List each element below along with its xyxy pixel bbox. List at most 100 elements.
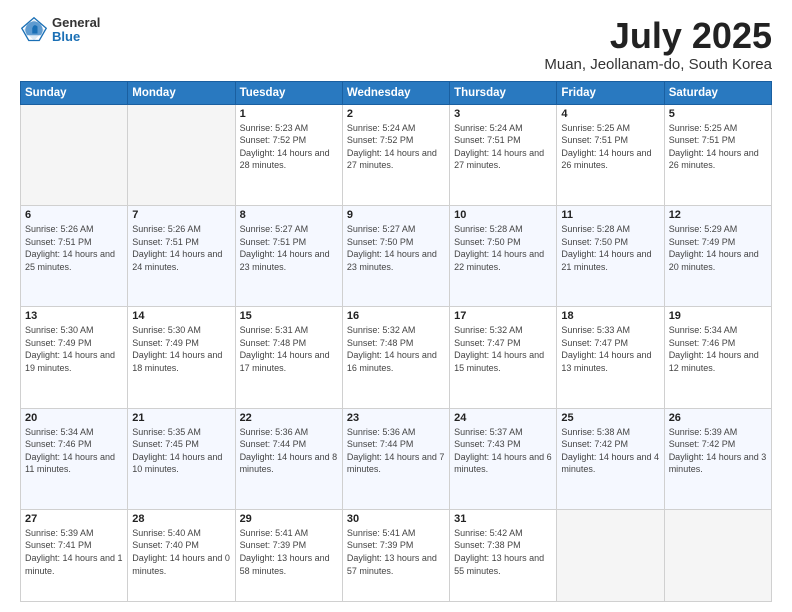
day-number: 15: [240, 310, 338, 322]
day-number: 18: [561, 310, 659, 322]
table-row: [128, 104, 235, 205]
day-detail: Sunrise: 5:23 AMSunset: 7:52 PMDaylight:…: [240, 122, 338, 172]
day-number: 25: [561, 412, 659, 424]
day-number: 4: [561, 108, 659, 120]
logo-general-text: General: [52, 16, 100, 30]
day-detail: Sunrise: 5:35 AMSunset: 7:45 PMDaylight:…: [132, 426, 230, 476]
table-row: [664, 509, 771, 601]
title-location: Muan, Jeollanam-do, South Korea: [544, 56, 772, 73]
calendar-week-row: 13 Sunrise: 5:30 AMSunset: 7:49 PMDayligh…: [21, 307, 772, 408]
table-row: 19 Sunrise: 5:34 AMSunset: 7:46 PMDayligh…: [664, 307, 771, 408]
col-thursday: Thursday: [450, 81, 557, 104]
day-number: 12: [669, 209, 767, 221]
day-detail: Sunrise: 5:32 AMSunset: 7:48 PMDaylight:…: [347, 324, 445, 374]
day-detail: Sunrise: 5:29 AMSunset: 7:49 PMDaylight:…: [669, 223, 767, 273]
day-detail: Sunrise: 5:24 AMSunset: 7:52 PMDaylight:…: [347, 122, 445, 172]
day-number: 7: [132, 209, 230, 221]
table-row: 17 Sunrise: 5:32 AMSunset: 7:47 PMDayligh…: [450, 307, 557, 408]
col-sunday: Sunday: [21, 81, 128, 104]
day-detail: Sunrise: 5:33 AMSunset: 7:47 PMDaylight:…: [561, 324, 659, 374]
col-monday: Monday: [128, 81, 235, 104]
table-row: 9Sunrise: 5:27 AMSunset: 7:50 PMDaylight…: [342, 205, 449, 306]
table-row: 2 Sunrise: 5:24 AMSunset: 7:52 PMDaylight…: [342, 104, 449, 205]
table-row: 26Sunrise: 5:39 AMSunset: 7:42 PMDayligh…: [664, 408, 771, 509]
day-number: 27: [25, 513, 123, 525]
table-row: 7Sunrise: 5:26 AMSunset: 7:51 PMDaylight…: [128, 205, 235, 306]
table-row: 22 Sunrise: 5:36 AMSunset: 7:44 PMDayligh…: [235, 408, 342, 509]
day-detail: Sunrise: 5:38 AMSunset: 7:42 PMDaylight:…: [561, 426, 659, 476]
day-detail: Sunrise: 5:27 AMSunset: 7:51 PMDaylight:…: [240, 223, 338, 273]
day-number: 6: [25, 209, 123, 221]
table-row: 27 Sunrise: 5:39 AMSunset: 7:41 PMDayligh…: [21, 509, 128, 601]
day-number: 19: [669, 310, 767, 322]
day-detail: Sunrise: 5:39 AMSunset: 7:41 PMDaylight:…: [25, 527, 123, 577]
table-row: 31Sunrise: 5:42 AMSunset: 7:38 PMDayligh…: [450, 509, 557, 601]
day-number: 23: [347, 412, 445, 424]
day-number: 2: [347, 108, 445, 120]
day-detail: Sunrise: 5:34 AMSunset: 7:46 PMDaylight:…: [669, 324, 767, 374]
header: General Blue July 2025 Muan, Jeollanam-d…: [20, 16, 772, 73]
logo-text: General Blue: [52, 16, 100, 45]
table-row: 23 Sunrise: 5:36 AMSunset: 7:44 PMDayligh…: [342, 408, 449, 509]
day-detail: Sunrise: 5:25 AMSunset: 7:51 PMDaylight:…: [561, 122, 659, 172]
calendar-week-row: 6 Sunrise: 5:26 AMSunset: 7:51 PMDaylight…: [21, 205, 772, 306]
table-row: 6 Sunrise: 5:26 AMSunset: 7:51 PMDaylight…: [21, 205, 128, 306]
day-number: 29: [240, 513, 338, 525]
day-detail: Sunrise: 5:28 AMSunset: 7:50 PMDaylight:…: [561, 223, 659, 273]
table-row: [21, 104, 128, 205]
day-number: 17: [454, 310, 552, 322]
table-row: 20Sunrise: 5:34 AMSunset: 7:46 PMDayligh…: [21, 408, 128, 509]
logo-icon: [20, 16, 48, 44]
col-tuesday: Tuesday: [235, 81, 342, 104]
day-number: 21: [132, 412, 230, 424]
table-row: 18 Sunrise: 5:33 AMSunset: 7:47 PMDayligh…: [557, 307, 664, 408]
day-detail: Sunrise: 5:36 AMSunset: 7:44 PMDaylight:…: [347, 426, 445, 476]
day-detail: Sunrise: 5:30 AMSunset: 7:49 PMDaylight:…: [132, 324, 230, 374]
table-row: 1Sunrise: 5:23 AMSunset: 7:52 PMDaylight…: [235, 104, 342, 205]
day-detail: Sunrise: 5:39 AMSunset: 7:42 PMDaylight:…: [669, 426, 767, 476]
logo-blue-text: Blue: [52, 30, 100, 44]
day-number: 22: [240, 412, 338, 424]
day-number: 5: [669, 108, 767, 120]
table-row: 4 Sunrise: 5:25 AMSunset: 7:51 PMDaylight…: [557, 104, 664, 205]
table-row: [557, 509, 664, 601]
calendar-week-row: 1Sunrise: 5:23 AMSunset: 7:52 PMDaylight…: [21, 104, 772, 205]
col-saturday: Saturday: [664, 81, 771, 104]
calendar-header-row: Sunday Monday Tuesday Wednesday Thursday…: [21, 81, 772, 104]
day-detail: Sunrise: 5:34 AMSunset: 7:46 PMDaylight:…: [25, 426, 123, 476]
col-wednesday: Wednesday: [342, 81, 449, 104]
day-number: 10: [454, 209, 552, 221]
day-detail: Sunrise: 5:27 AMSunset: 7:50 PMDaylight:…: [347, 223, 445, 273]
table-row: 10 Sunrise: 5:28 AMSunset: 7:50 PMDayligh…: [450, 205, 557, 306]
day-detail: Sunrise: 5:40 AMSunset: 7:40 PMDaylight:…: [132, 527, 230, 577]
title-block: July 2025 Muan, Jeollanam-do, South Kore…: [544, 16, 772, 73]
table-row: 29Sunrise: 5:41 AMSunset: 7:39 PMDayligh…: [235, 509, 342, 601]
table-row: 8Sunrise: 5:27 AMSunset: 7:51 PMDaylight…: [235, 205, 342, 306]
day-detail: Sunrise: 5:41 AMSunset: 7:39 PMDaylight:…: [347, 527, 445, 577]
calendar-week-row: 27 Sunrise: 5:39 AMSunset: 7:41 PMDayligh…: [21, 509, 772, 601]
table-row: 5 Sunrise: 5:25 AMSunset: 7:51 PMDaylight…: [664, 104, 771, 205]
calendar-week-row: 20Sunrise: 5:34 AMSunset: 7:46 PMDayligh…: [21, 408, 772, 509]
title-month: July 2025: [544, 16, 772, 56]
day-number: 24: [454, 412, 552, 424]
day-number: 16: [347, 310, 445, 322]
page: General Blue July 2025 Muan, Jeollanam-d…: [0, 0, 792, 612]
table-row: 15 Sunrise: 5:31 AMSunset: 7:48 PMDayligh…: [235, 307, 342, 408]
table-row: 21 Sunrise: 5:35 AMSunset: 7:45 PMDayligh…: [128, 408, 235, 509]
day-number: 14: [132, 310, 230, 322]
day-detail: Sunrise: 5:31 AMSunset: 7:48 PMDaylight:…: [240, 324, 338, 374]
day-detail: Sunrise: 5:36 AMSunset: 7:44 PMDaylight:…: [240, 426, 338, 476]
col-friday: Friday: [557, 81, 664, 104]
day-number: 11: [561, 209, 659, 221]
day-number: 28: [132, 513, 230, 525]
day-number: 13: [25, 310, 123, 322]
day-detail: Sunrise: 5:32 AMSunset: 7:47 PMDaylight:…: [454, 324, 552, 374]
table-row: 12 Sunrise: 5:29 AMSunset: 7:49 PMDayligh…: [664, 205, 771, 306]
day-detail: Sunrise: 5:25 AMSunset: 7:51 PMDaylight:…: [669, 122, 767, 172]
table-row: 11 Sunrise: 5:28 AMSunset: 7:50 PMDayligh…: [557, 205, 664, 306]
calendar-table: Sunday Monday Tuesday Wednesday Thursday…: [20, 81, 772, 602]
table-row: 25 Sunrise: 5:38 AMSunset: 7:42 PMDayligh…: [557, 408, 664, 509]
day-detail: Sunrise: 5:28 AMSunset: 7:50 PMDaylight:…: [454, 223, 552, 273]
day-detail: Sunrise: 5:26 AMSunset: 7:51 PMDaylight:…: [25, 223, 123, 273]
table-row: 16 Sunrise: 5:32 AMSunset: 7:48 PMDayligh…: [342, 307, 449, 408]
